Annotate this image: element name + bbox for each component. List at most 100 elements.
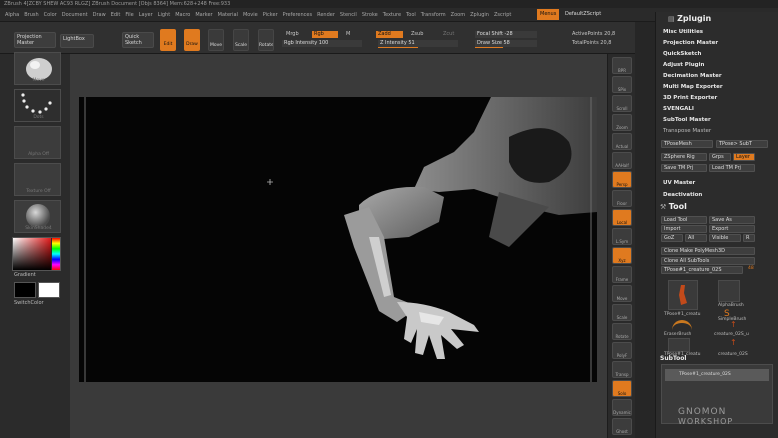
clone-all-subtools-button[interactable]: Clone All SubTools	[661, 257, 755, 265]
tray-floor-button[interactable]: Floor	[612, 190, 632, 207]
alpha-thumbnail[interactable]: Alpha Off	[14, 126, 61, 159]
menu-tool[interactable]: Tool	[406, 8, 416, 21]
save-as-button[interactable]: Save As	[709, 216, 755, 224]
default-zscript[interactable]: DefaultZScript	[562, 9, 604, 20]
zplugin-item-svengali[interactable]: SVENGALI	[663, 106, 694, 112]
clone-make-polymesh-button[interactable]: Clone Make PolyMesh3D	[661, 247, 755, 255]
focal-shift-slider[interactable]: Focal Shift -28	[475, 31, 537, 38]
goz-button[interactable]: GoZ	[661, 234, 683, 242]
grps-button[interactable]: Grps	[709, 153, 731, 161]
menu-alpha[interactable]: Alpha	[5, 8, 19, 21]
brush-thumbnail[interactable]: Move	[14, 52, 61, 85]
hue-strip[interactable]	[52, 238, 60, 270]
tpose-subt-button[interactable]: TPose> SubT	[716, 140, 768, 148]
viewport-canvas[interactable]	[79, 97, 597, 382]
menu-picker[interactable]: Picker	[263, 8, 278, 21]
import-button[interactable]: Import	[661, 225, 707, 233]
menu-brush[interactable]: Brush	[24, 8, 38, 21]
z-intensity-slider[interactable]: Z Intensity 51	[378, 40, 458, 47]
rotate-button[interactable]: Rotate	[258, 29, 274, 51]
menu-zplugin[interactable]: Zplugin	[470, 8, 489, 21]
edit-button[interactable]: Edit	[160, 29, 176, 51]
save-tm-prj-button[interactable]: Save TM Prj	[661, 164, 707, 172]
tray-dynamic-button[interactable]: Dynamic	[612, 399, 632, 416]
menu-light[interactable]: Light	[158, 8, 170, 21]
menu-material[interactable]: Material	[218, 8, 238, 21]
tray-transp-button[interactable]: Transp	[612, 361, 632, 378]
current-tool-name[interactable]: TPose#1_creature_02S	[661, 266, 743, 274]
export-button[interactable]: Export	[709, 225, 755, 233]
zplugin-title[interactable]: ▤ Zplugin	[668, 14, 711, 23]
tray-bpr-button[interactable]: BPR	[612, 57, 632, 74]
zplugin-item-decimation-master[interactable]: Decimation Master	[663, 73, 722, 79]
tray-ghost-button[interactable]: Ghost	[612, 418, 632, 435]
zplugin-item-misc-utilities[interactable]: Misc Utilities	[663, 29, 703, 35]
menu-stroke[interactable]: Stroke	[362, 8, 378, 21]
r-button[interactable]: R	[743, 234, 755, 242]
draw-size-slider[interactable]: Draw Size 58	[475, 40, 537, 47]
tray-local-button[interactable]: Local	[612, 209, 632, 226]
gradient-label[interactable]: Gradient	[14, 272, 36, 278]
projection-master-button[interactable]: Projection Master	[14, 32, 56, 48]
tray-scale-button[interactable]: Scale	[612, 304, 632, 321]
eraser-brush-icon[interactable]	[672, 320, 692, 330]
tray-solo-button[interactable]: Solo	[612, 380, 632, 397]
quick-sketch-button[interactable]: Quick Sketch	[122, 32, 154, 48]
menu-macro[interactable]: Macro	[175, 8, 190, 21]
menu-edit[interactable]: Edit	[111, 8, 121, 21]
zsub-button[interactable]: Zsub	[411, 31, 423, 38]
all-button[interactable]: All	[685, 234, 707, 242]
tray-polyf-button[interactable]: PolyF	[612, 342, 632, 359]
creature-tool-icon-2[interactable]: ↑	[730, 338, 737, 347]
move-button[interactable]: Move	[208, 29, 224, 51]
rgb-intensity-slider[interactable]: Rgb Intensity 100	[282, 40, 362, 47]
lightbox-button[interactable]: LightBox	[60, 34, 94, 48]
tray-xyz-button[interactable]: Xyz	[612, 247, 632, 264]
tool-thumb-current[interactable]	[668, 280, 698, 310]
tray-lsym-button[interactable]: L.Sym	[612, 228, 632, 245]
draw-button[interactable]: Draw	[184, 29, 200, 51]
menu-draw[interactable]: Draw	[93, 8, 106, 21]
menus-toggle[interactable]: Menus	[537, 9, 560, 20]
menu-transform[interactable]: Transform	[421, 8, 446, 21]
main-color-swatch[interactable]	[14, 282, 36, 298]
tool-title[interactable]: ⚒ Tool	[660, 202, 687, 211]
uv-master-item[interactable]: UV Master	[663, 180, 695, 186]
menu-movie[interactable]: Movie	[243, 8, 258, 21]
zplugin-item-3d-print-exporter[interactable]: 3D Print Exporter	[663, 95, 717, 101]
zplugin-item-projection-master[interactable]: Projection Master	[663, 40, 718, 46]
zplugin-item-adjust-plugin[interactable]: Adjust Plugin	[663, 62, 704, 68]
tray-rotate-button[interactable]: Rotate	[612, 323, 632, 340]
zadd-button[interactable]: Zadd	[376, 31, 403, 38]
tool-thumb-tpose[interactable]	[668, 338, 690, 352]
tposemesh-button[interactable]: TPoseMesh	[661, 140, 713, 148]
color-saturation-area[interactable]	[13, 238, 51, 270]
mrgb-button[interactable]: Mrgb	[286, 31, 299, 38]
color-picker[interactable]	[12, 237, 61, 271]
zsphere-rig-button[interactable]: ZSphere Rig	[661, 153, 707, 161]
subtool-item[interactable]: TPose#1_creature_02S	[665, 369, 769, 381]
zcut-button[interactable]: Zcut	[443, 31, 454, 38]
tray-actual-button[interactable]: Actual	[612, 133, 632, 150]
tray-scroll-button[interactable]: Scroll	[612, 95, 632, 112]
stroke-thumbnail[interactable]: Dots	[14, 89, 61, 122]
tray-zoom-button[interactable]: Zoom	[612, 114, 632, 131]
menu-zoom[interactable]: Zoom	[451, 8, 465, 21]
zplugin-item-transpose-master[interactable]: Transpose Master	[663, 128, 711, 134]
layer-button[interactable]: Layer	[733, 153, 755, 161]
tray-scroll-strip[interactable]	[635, 22, 655, 438]
scale-button[interactable]: Scale	[233, 29, 249, 51]
menu-stencil[interactable]: Stencil	[340, 8, 357, 21]
material-thumbnail[interactable]: SkinShade4	[14, 200, 61, 233]
creature-subtool-icon[interactable]: ↑	[730, 320, 737, 329]
subtool-title[interactable]: SubTool	[660, 355, 686, 362]
zplugin-item-quicksketch[interactable]: QuickSketch	[663, 51, 701, 57]
menu-color[interactable]: Color	[44, 8, 57, 21]
tray-persp-button[interactable]: Persp	[612, 171, 632, 188]
menu-document[interactable]: Document	[62, 8, 88, 21]
m-button[interactable]: M	[346, 31, 350, 38]
visible-button[interactable]: Visible	[709, 234, 741, 242]
tray-frame-button[interactable]: Frame	[612, 266, 632, 283]
menu-preferences[interactable]: Preferences	[283, 8, 312, 21]
tray-spix-button[interactable]: SPix	[612, 76, 632, 93]
